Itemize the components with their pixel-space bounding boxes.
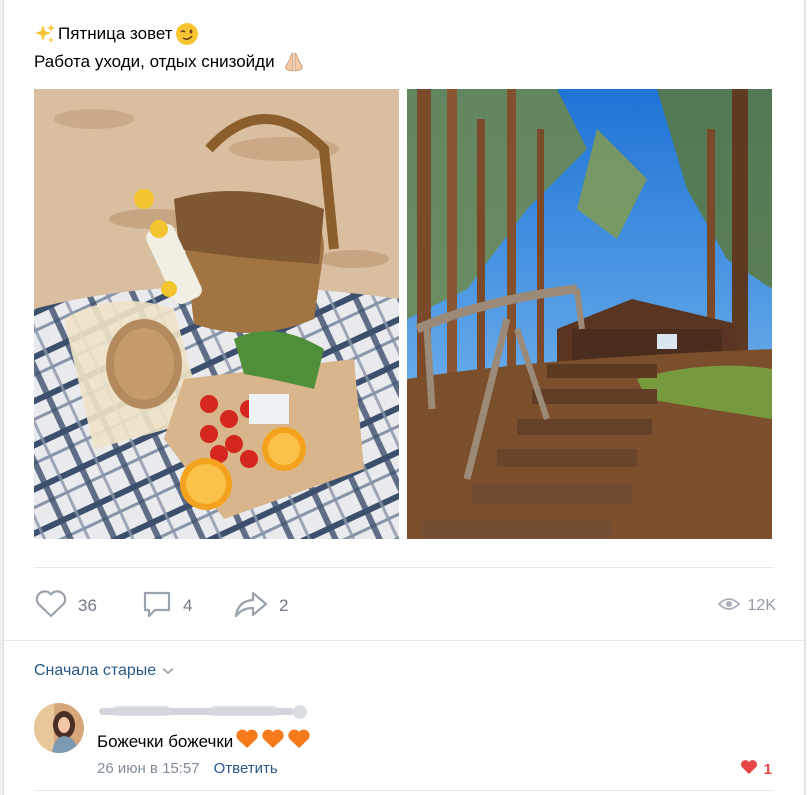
post-card: Пятница зовет Работа уходи, отдых снизой… [3, 0, 805, 795]
like-count: 36 [78, 596, 97, 615]
comment-sort-label: Сначала старые [34, 662, 157, 679]
eye-icon [717, 596, 740, 617]
orange-heart-icon [235, 728, 259, 755]
share-count: 2 [279, 596, 289, 615]
comment-button[interactable]: 4 [141, 588, 192, 624]
views-count: 12K [747, 597, 776, 614]
photo-picnic[interactable] [34, 89, 399, 539]
comment-meta: 26 июн в 15:57 Ответить [97, 760, 278, 777]
comment-like-button[interactable]: 1 [740, 759, 772, 780]
comment-divider [34, 790, 774, 791]
comment-bubble-icon [141, 589, 173, 624]
orange-heart-icon [261, 728, 285, 755]
views-counter: 12K [717, 588, 776, 624]
reply-button[interactable]: Ответить [214, 760, 278, 777]
post-text-line-1-label: Пятница зовет [58, 24, 173, 43]
comment-sort-dropdown[interactable]: Сначала старые [34, 662, 174, 680]
comment-avatar[interactable] [34, 703, 84, 753]
comment-body: Божечки божечки [97, 728, 311, 755]
post-divider [34, 567, 774, 568]
sparkles-icon [34, 23, 56, 45]
like-button[interactable]: 36 [34, 588, 97, 624]
heart-outline-icon [34, 589, 68, 624]
comment-body-text: Божечки божечки [97, 731, 234, 751]
post-text-line-2: Работа уходи, отдых снизойди [34, 48, 305, 76]
orange-heart-icon [287, 728, 311, 755]
post-text-line-1: Пятница зовет [34, 20, 305, 48]
praying-hands-icon [283, 51, 305, 73]
comment-date[interactable]: 26 июн в 15:57 [97, 760, 200, 777]
share-arrow-icon [233, 589, 269, 624]
photo-forest-cabin[interactable] [407, 89, 772, 539]
comment-count: 4 [183, 596, 193, 615]
post-text: Пятница зовет Работа уходи, отдых снизой… [34, 20, 305, 76]
winking-face-icon [175, 22, 199, 46]
comment-author-name-hidden[interactable] [99, 703, 314, 721]
chevron-down-icon [162, 662, 174, 680]
comment-like-count: 1 [763, 761, 772, 778]
comments-divider [4, 640, 804, 641]
share-button[interactable]: 2 [233, 588, 288, 624]
heart-filled-icon [740, 759, 758, 780]
post-text-line-2-label: Работа уходи, отдых снизойди [34, 52, 275, 71]
